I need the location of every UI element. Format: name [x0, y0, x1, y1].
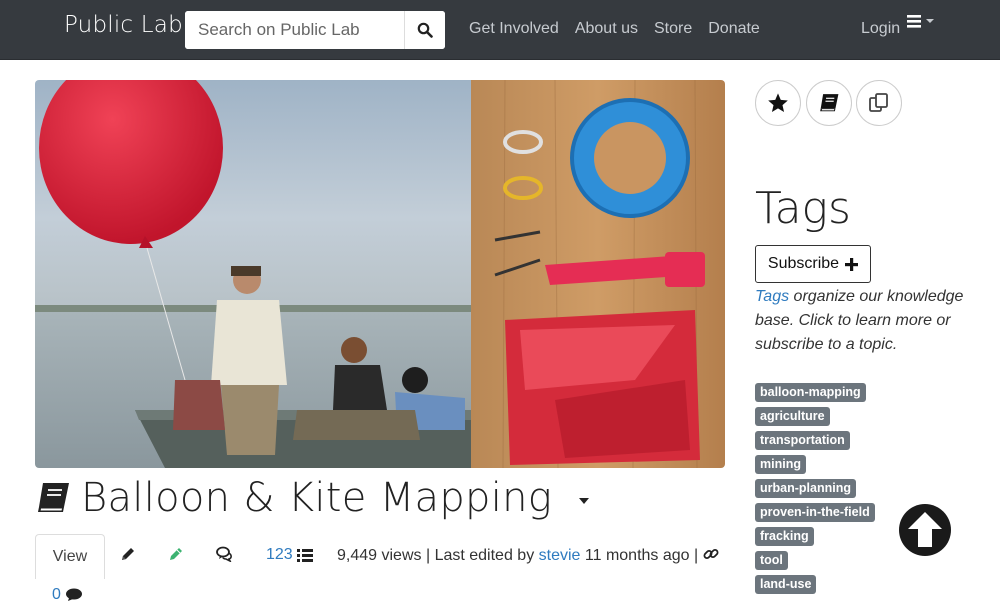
last-edited-label: Last edited by [434, 547, 535, 564]
tag-agriculture[interactable]: agriculture [755, 407, 830, 426]
revisions-link[interactable]: 123 [266, 546, 313, 564]
copy-icon [869, 93, 888, 112]
comment-count: 0 [52, 586, 61, 603]
meta-separator-2: | [694, 547, 699, 564]
arrow-circle-up-icon [899, 504, 951, 556]
tag-balloon-mapping[interactable]: balloon-mapping [755, 383, 866, 402]
view-count: 9,449 views [337, 547, 422, 564]
comments-link[interactable]: 0 [52, 586, 83, 604]
tags-help-link[interactable]: Tags [755, 288, 789, 305]
nav-link-store[interactable]: Store [654, 20, 692, 38]
tag-mining[interactable]: mining [755, 455, 806, 474]
chevron-down-icon[interactable] [578, 497, 590, 505]
nav-links: Get Involved About us Store Donate [469, 20, 760, 38]
search-icon [417, 22, 433, 38]
search-box [185, 11, 445, 49]
book-icon [820, 94, 839, 112]
meta-separator: | [425, 547, 431, 564]
author-link[interactable]: stevie [539, 547, 581, 564]
nav-link-about-us[interactable]: About us [575, 20, 638, 38]
page-title: Balloon & Kite Mapping [81, 475, 553, 521]
tag-land-use[interactable]: land-use [755, 575, 817, 594]
star-button[interactable] [755, 80, 801, 126]
top-navbar: Public Lab Get Involved About us Store D… [0, 0, 1000, 60]
hero-image [35, 80, 725, 468]
tag-urban-planning[interactable]: urban-planning [755, 479, 856, 498]
tags-description: Tags organize our knowledge base. Click … [755, 285, 970, 357]
tag-fracking[interactable]: fracking [755, 527, 814, 546]
hamburger-icon [907, 15, 934, 28]
pencil-icon[interactable] [120, 546, 136, 562]
comments-icon[interactable] [216, 546, 234, 562]
login-link[interactable]: Login [861, 20, 900, 38]
plus-icon [845, 257, 859, 271]
revision-count: 123 [266, 546, 293, 563]
scroll-to-top-button[interactable] [898, 503, 952, 562]
page-title-row: Balloon & Kite Mapping [35, 473, 590, 523]
search-input[interactable] [185, 11, 405, 49]
brand-logo[interactable]: Public Lab [64, 12, 183, 38]
tab-view[interactable]: View [35, 534, 105, 579]
nav-link-donate[interactable]: Donate [708, 20, 760, 38]
subscribe-button[interactable]: Subscribe [755, 245, 871, 283]
menu-dropdown-button[interactable] [907, 15, 937, 34]
list-icon [296, 548, 313, 562]
link-icon[interactable] [703, 546, 719, 562]
tag-tool[interactable]: tool [755, 551, 788, 570]
book-icon [38, 483, 69, 512]
tag-transportation[interactable]: transportation [755, 431, 850, 450]
search-button[interactable] [404, 11, 445, 49]
edit-icon[interactable] [168, 546, 184, 562]
page-meta: 9,449 views | Last edited by stevie 11 m… [337, 546, 719, 565]
copy-button[interactable] [856, 80, 902, 126]
tags-heading: Tags [755, 183, 851, 234]
edited-time: 11 months ago [584, 547, 690, 564]
nav-link-get-involved[interactable]: Get Involved [469, 20, 559, 38]
book-button[interactable] [806, 80, 852, 126]
star-icon [768, 93, 788, 112]
subscribe-label: Subscribe [767, 255, 840, 272]
tag-proven-in-the-field[interactable]: proven-in-the-field [755, 503, 875, 522]
tag-list: balloon-mapping agriculture transportati… [755, 383, 875, 599]
